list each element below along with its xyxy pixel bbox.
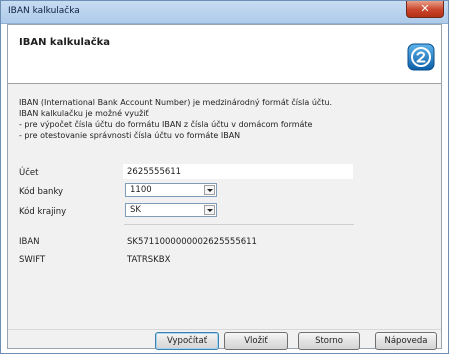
title-bar[interactable]: IBAN kalkulačka ✕ (1, 1, 448, 24)
divider (124, 224, 354, 225)
footer-divider (8, 329, 441, 330)
insert-button[interactable]: Vložiť (224, 332, 288, 350)
description-line: - pre výpočet čísla účtu do formátu IBAN… (19, 120, 313, 129)
close-icon: ✕ (420, 2, 430, 15)
country-code-select[interactable]: SK (125, 203, 217, 217)
swift-label: SWIFT (19, 255, 46, 265)
bank-code-value: 1100 (130, 185, 152, 195)
country-code-label: Kód krajiny (19, 207, 67, 217)
account-label: Účet (19, 168, 39, 178)
help-button[interactable]: Nápoveda (375, 332, 437, 350)
description-line: - pre otestovanie správnosti čísla účtu … (19, 131, 241, 140)
cancel-button[interactable]: Storno (298, 332, 360, 350)
dialog-header: IBAN kalkulačka (8, 25, 441, 84)
calculator-logo-icon (407, 43, 435, 71)
dialog-client-area: IBAN kalkulačka IBAN (International Bank… (7, 24, 442, 350)
chevron-down-icon[interactable] (204, 205, 215, 215)
iban-calculator-window: IBAN kalkulačka ✕ IBAN kalkulačka IBAN (… (0, 0, 449, 354)
account-field[interactable]: 2625555611 (123, 164, 353, 179)
header-title: IBAN kalkulačka (19, 37, 111, 48)
description-text: IBAN (International Bank Account Number)… (19, 97, 332, 141)
iban-label: IBAN (19, 237, 40, 247)
description-line: IBAN kalkulačku je možné využiť (19, 109, 149, 118)
calculate-button[interactable]: Vypočítať (155, 332, 219, 350)
account-value: 2625555611 (127, 167, 182, 177)
country-code-value: SK (130, 205, 141, 215)
window-title: IBAN kalkulačka (8, 6, 80, 16)
description-line: IBAN (International Bank Account Number)… (19, 98, 333, 107)
close-button[interactable]: ✕ (406, 1, 444, 18)
bank-code-label: Kód banky (19, 187, 64, 197)
iban-value: SK5711000000002625555611 (127, 237, 257, 247)
swift-value: TATRSKBX (127, 255, 171, 265)
bank-code-select[interactable]: 1100 (125, 183, 217, 197)
chevron-down-icon[interactable] (204, 185, 215, 195)
